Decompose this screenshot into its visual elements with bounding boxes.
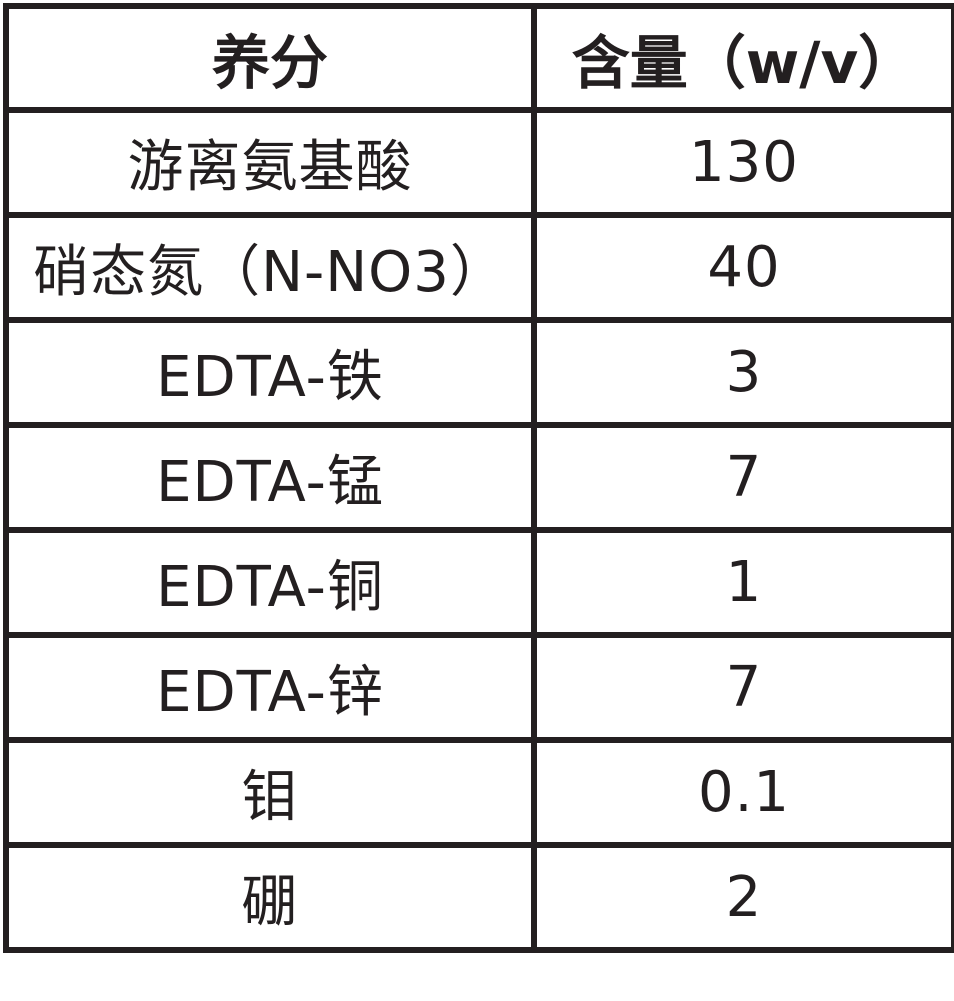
nutrient-cell: EDTA-锰: [3, 422, 537, 533]
table-row: 钼 0.1: [3, 737, 954, 848]
table-row: EDTA-铁 3: [3, 317, 954, 428]
nutrient-cell: EDTA-铜: [3, 527, 537, 638]
table-header-row: 养分 含量（w/v）: [3, 3, 954, 113]
nutrient-cell: EDTA-铁: [3, 317, 537, 428]
nutrient-cell: 游离氨基酸: [3, 107, 537, 218]
nutrient-table-container: 养分 含量（w/v） 游离氨基酸 130 硝态氮（N-NO3） 40 EDTA-…: [0, 0, 954, 1001]
nutrient-cell: 硼: [3, 842, 537, 953]
nutrient-cell: 钼: [3, 737, 537, 848]
table-row: EDTA-锰 7: [3, 422, 954, 533]
table-row: EDTA-铜 1: [3, 527, 954, 638]
nutrient-cell: EDTA-锌: [3, 632, 537, 743]
amount-cell: 130: [531, 107, 954, 218]
table-row: 硝态氮（N-NO3） 40: [3, 212, 954, 323]
header-content: 含量（w/v）: [531, 3, 954, 113]
nutrient-cell: 硝态氮（N-NO3）: [3, 212, 537, 323]
header-nutrient: 养分: [3, 3, 537, 113]
amount-cell: 7: [531, 632, 954, 743]
amount-cell: 3: [531, 317, 954, 428]
table-row: 硼 2: [3, 842, 954, 953]
amount-cell: 1: [531, 527, 954, 638]
table-row: EDTA-锌 7: [3, 632, 954, 743]
amount-cell: 40: [531, 212, 954, 323]
amount-cell: 7: [531, 422, 954, 533]
amount-cell: 0.1: [531, 737, 954, 848]
nutrient-content-table: 养分 含量（w/v） 游离氨基酸 130 硝态氮（N-NO3） 40 EDTA-…: [3, 3, 954, 953]
table-row: 游离氨基酸 130: [3, 107, 954, 218]
amount-cell: 2: [531, 842, 954, 953]
